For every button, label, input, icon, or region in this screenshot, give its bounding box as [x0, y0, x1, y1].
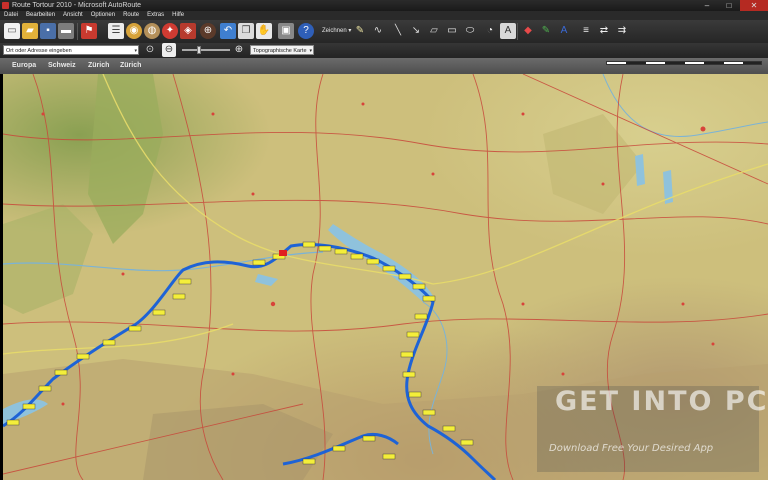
line-color-icon[interactable]: ✎: [538, 23, 554, 39]
arrow-style-icon[interactable]: ⇄: [596, 23, 612, 39]
route-shield-icon[interactable]: ◈: [180, 23, 196, 39]
main-toolbar: ▭ ▰ ▪ ▬ ⚑ ☰ ◉ ◍ ✦ ◈ ⊕ ↶ ❐ ✋ ▣ ? Zeichnen…: [0, 20, 768, 43]
zeichnen-dropdown[interactable]: Zeichnen ▾: [322, 23, 351, 39]
save-icon[interactable]: ▪: [40, 23, 56, 39]
compass-icon[interactable]: ✦: [162, 23, 178, 39]
copy-icon[interactable]: ❐: [238, 23, 254, 39]
print-icon[interactable]: ▬: [58, 23, 74, 39]
location-breadcrumb: Europa Schweiz Zürich Zürich: [0, 58, 768, 74]
window-controls: – □ ✕: [696, 0, 768, 11]
binoculars-icon[interactable]: ⊙: [143, 43, 157, 57]
menu-view[interactable]: Ansicht: [59, 11, 87, 20]
breadcrumb-europa[interactable]: Europa: [12, 61, 36, 71]
breadcrumb-zurich-city[interactable]: Zürich: [120, 61, 141, 71]
chevron-down-icon[interactable]: ▾: [134, 46, 137, 56]
app-icon: [2, 2, 9, 9]
map-style-select[interactable]: Topographische Karte ▾: [250, 45, 314, 55]
back-arrow-icon[interactable]: ↶: [220, 23, 236, 39]
font-color-icon[interactable]: A: [556, 23, 572, 39]
flag-icon[interactable]: ⚑: [81, 23, 97, 39]
freehand-icon[interactable]: ∿: [370, 23, 386, 39]
menu-edit[interactable]: Bearbeiten: [22, 11, 59, 20]
arrow-line-icon[interactable]: ↘: [408, 23, 424, 39]
zoom-slider-thumb[interactable]: [197, 46, 201, 54]
close-icon[interactable]: ✕: [740, 0, 768, 11]
address-toolbar: Ort oder Adresse eingeben ▾ ⊙ ⊖ ⊕ Topogr…: [0, 43, 768, 58]
radius-icon[interactable]: ◔: [482, 23, 498, 39]
line-icon[interactable]: ╲: [390, 23, 406, 39]
address-input[interactable]: Ort oder Adresse eingeben ▾: [3, 45, 139, 55]
zoom-in-icon[interactable]: ⊕: [232, 43, 246, 57]
steering-wheel-icon[interactable]: ⊕: [200, 23, 216, 39]
menu-file[interactable]: Datei: [0, 11, 22, 20]
menu-bar: Datei Bearbeiten Ansicht Optionen Route …: [0, 11, 768, 20]
directions-icon[interactable]: ☰: [108, 23, 124, 39]
globe-icon[interactable]: ◉: [126, 23, 142, 39]
map-scale-bar: [606, 61, 762, 65]
zoom-out-icon[interactable]: ⊖: [162, 43, 176, 57]
title-bar: Route Tortour 2010 - Microsoft AutoRoute…: [0, 0, 768, 11]
window-title: Route Tortour 2010 - Microsoft AutoRoute: [12, 2, 142, 9]
pen-icon[interactable]: ✎: [352, 23, 368, 39]
callout-icon[interactable]: ▱: [426, 23, 442, 39]
rectangle-icon[interactable]: ▭: [444, 23, 460, 39]
pan-hand-icon[interactable]: ✋: [256, 23, 272, 39]
map-style-value: Topographische Karte: [253, 48, 307, 54]
open-folder-icon[interactable]: ▰: [22, 23, 38, 39]
address-placeholder: Ort oder Adresse eingeben: [6, 48, 72, 54]
info-icon[interactable]: ▣: [278, 23, 294, 39]
fill-color-icon[interactable]: ◆: [520, 23, 536, 39]
menu-route[interactable]: Route: [119, 11, 143, 20]
watermark-logo: GET INTO PC: [555, 386, 768, 417]
minimize-icon[interactable]: –: [696, 0, 718, 11]
chevron-down-icon[interactable]: ▾: [309, 46, 312, 56]
text-box-icon[interactable]: A: [500, 23, 516, 39]
maximize-icon[interactable]: □: [718, 0, 740, 11]
breadcrumb-schweiz[interactable]: Schweiz: [48, 61, 76, 71]
new-document-icon[interactable]: ▭: [4, 23, 20, 39]
help-icon[interactable]: ?: [298, 23, 314, 39]
zeichnen-label: Zeichnen: [322, 28, 347, 34]
menu-options[interactable]: Optionen: [87, 11, 119, 20]
watermark: GET INTO PC Download Free Your Desired A…: [537, 386, 766, 472]
route-planner-icon[interactable]: ◍: [144, 23, 160, 39]
dash-style-icon[interactable]: ⇉: [614, 23, 630, 39]
map-canvas[interactable]: GET INTO PC Download Free Your Desired A…: [3, 74, 768, 480]
zoom-slider-track[interactable]: [182, 49, 230, 51]
menu-help[interactable]: Hilfe: [168, 11, 188, 20]
line-width-icon[interactable]: ≡: [578, 23, 594, 39]
ellipse-icon[interactable]: ⬭: [462, 23, 478, 39]
breadcrumb-zurich-canton[interactable]: Zürich: [88, 61, 109, 71]
menu-extras[interactable]: Extras: [143, 11, 168, 20]
watermark-tagline: Download Free Your Desired App: [549, 443, 714, 454]
